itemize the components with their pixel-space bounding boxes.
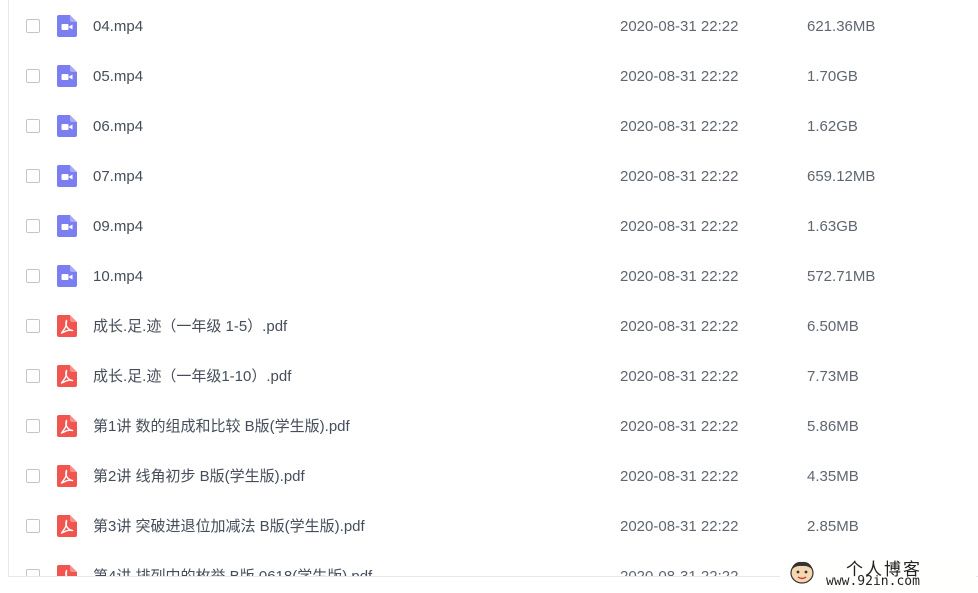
file-row[interactable]: 09.mp4 2020-08-31 22:22 1.63GB (9, 202, 978, 252)
pdf-file-icon (57, 515, 77, 537)
file-size: 2.85MB (807, 518, 859, 535)
row-checkbox[interactable] (26, 19, 40, 33)
file-size: 7.73MB (807, 368, 859, 385)
file-modified-date: 2020-08-31 22:22 (620, 68, 739, 85)
file-row[interactable]: 第2讲 线角初步 B版(学生版).pdf 2020-08-31 22:22 4.35… (9, 452, 978, 502)
file-modified-date: 2020-08-31 22:22 (620, 518, 739, 535)
file-name[interactable]: 第3讲 突破进退位加减法 B版(学生版).pdf (93, 518, 365, 536)
video-file-icon (57, 15, 77, 37)
file-row[interactable]: 06.mp4 2020-08-31 22:22 1.62GB (9, 102, 978, 152)
file-list-panel: 04.mp4 2020-08-31 22:22 621.36MB 05.mp4 2020… (0, 0, 978, 593)
file-modified-date: 2020-08-31 22:22 (620, 318, 739, 335)
row-checkbox[interactable] (26, 419, 40, 433)
file-name[interactable]: 07.mp4 (93, 168, 143, 186)
video-file-icon (57, 165, 77, 187)
file-modified-date: 2020-08-31 22:22 (620, 368, 739, 385)
pdf-file-icon (57, 315, 77, 337)
file-name[interactable]: 04.mp4 (93, 18, 143, 36)
file-name[interactable]: 06.mp4 (93, 118, 143, 136)
file-modified-date: 2020-08-31 22:22 (620, 468, 739, 485)
file-size: 6.50MB (807, 318, 859, 335)
file-size: 1.63GB (807, 218, 858, 235)
blog-watermark: 个人博客 www.92in.com (780, 555, 976, 589)
row-checkbox[interactable] (26, 269, 40, 283)
row-checkbox[interactable] (26, 169, 40, 183)
file-size: 1.70GB (807, 68, 858, 85)
file-list: 04.mp4 2020-08-31 22:22 621.36MB 05.mp4 2020… (9, 2, 978, 593)
video-file-icon (57, 65, 77, 87)
file-size: 621.36MB (807, 18, 876, 35)
row-checkbox[interactable] (26, 469, 40, 483)
file-name[interactable]: 09.mp4 (93, 218, 143, 236)
row-checkbox[interactable] (26, 369, 40, 383)
pdf-file-icon (57, 365, 77, 387)
file-modified-date: 2020-08-31 22:22 (620, 218, 739, 235)
row-checkbox[interactable] (26, 319, 40, 333)
file-row[interactable]: 第1讲 数的组成和比较 B版(学生版).pdf 2020-08-31 22:22 5… (9, 402, 978, 452)
video-file-icon (57, 115, 77, 137)
file-row[interactable]: 10.mp4 2020-08-31 22:22 572.71MB (9, 252, 978, 302)
file-modified-date: 2020-08-31 22:22 (620, 118, 739, 135)
file-modified-date: 2020-08-31 22:22 (620, 168, 739, 185)
file-modified-date: 2020-08-31 22:22 (620, 268, 739, 285)
file-name[interactable]: 成长.足.迹（一年级1-10）.pdf (93, 368, 291, 386)
file-size: 1.62GB (807, 118, 858, 135)
file-name[interactable]: 第1讲 数的组成和比较 B版(学生版).pdf (93, 418, 350, 436)
file-name[interactable]: 第2讲 线角初步 B版(学生版).pdf (93, 468, 305, 486)
video-file-icon (57, 265, 77, 287)
pdf-file-icon (57, 415, 77, 437)
file-row[interactable]: 第3讲 突破进退位加减法 B版(学生版).pdf 2020-08-31 22:22… (9, 502, 978, 552)
file-name[interactable]: 成长.足.迹（一年级 1-5）.pdf (93, 318, 287, 336)
file-name[interactable]: 10.mp4 (93, 268, 143, 286)
file-modified-date: 2020-08-31 22:22 (620, 18, 739, 35)
pdf-file-icon (57, 465, 77, 487)
video-file-icon (57, 215, 77, 237)
file-name[interactable]: 05.mp4 (93, 68, 143, 86)
cartoon-avatar-icon (790, 561, 814, 584)
file-size: 4.35MB (807, 468, 859, 485)
file-row[interactable]: 成长.足.迹（一年级1-10）.pdf 2020-08-31 22:22 7.73M… (9, 352, 978, 402)
row-checkbox[interactable] (26, 519, 40, 533)
file-size: 5.86MB (807, 418, 859, 435)
row-checkbox[interactable] (26, 219, 40, 233)
file-modified-date: 2020-08-31 22:22 (620, 418, 739, 435)
file-size: 572.71MB (807, 268, 876, 285)
watermark-url: www.92in.com (826, 574, 920, 589)
row-checkbox[interactable] (26, 69, 40, 83)
file-row[interactable]: 成长.足.迹（一年级 1-5）.pdf 2020-08-31 22:22 6.50M… (9, 302, 978, 352)
file-row[interactable]: 05.mp4 2020-08-31 22:22 1.70GB (9, 52, 978, 102)
row-checkbox[interactable] (26, 119, 40, 133)
file-size: 659.12MB (807, 168, 876, 185)
file-row[interactable]: 07.mp4 2020-08-31 22:22 659.12MB (9, 152, 978, 202)
file-row[interactable]: 04.mp4 2020-08-31 22:22 621.36MB (9, 2, 978, 52)
